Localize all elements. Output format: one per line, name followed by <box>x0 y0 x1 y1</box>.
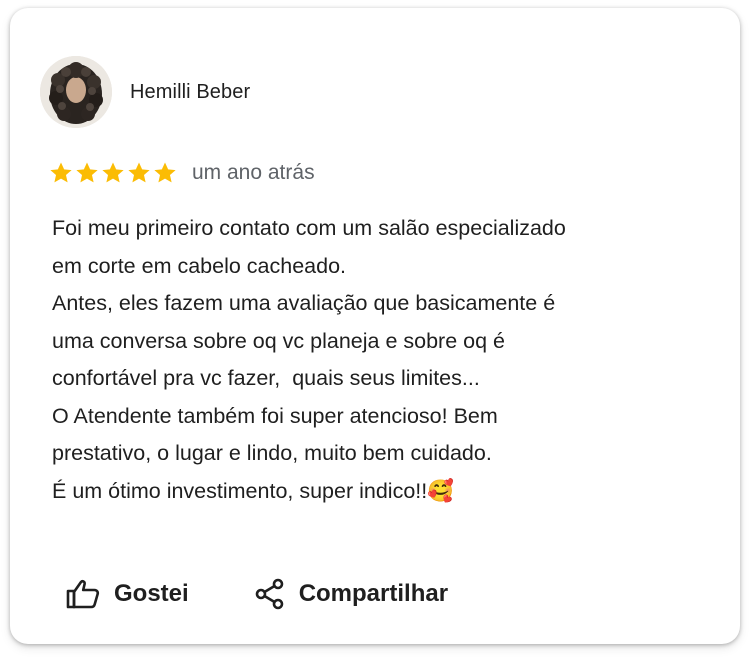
review-card: Hemilli Beber um ano atrás Foi meu prime… <box>10 8 740 644</box>
like-button[interactable]: Gostei <box>66 579 189 609</box>
review-paragraph: Foi meu primeiro contato com um salão es… <box>52 216 566 278</box>
review-actions: Gostei Compartilhar <box>66 578 448 610</box>
like-label: Gostei <box>114 580 189 607</box>
reviewer-name[interactable]: Hemilli Beber <box>130 81 250 104</box>
star-icon <box>100 160 126 186</box>
star-icon <box>48 160 74 186</box>
star-rating <box>48 160 178 186</box>
star-icon <box>126 160 152 186</box>
thumbs-up-icon <box>66 579 100 609</box>
share-icon <box>255 578 285 610</box>
share-label: Compartilhar <box>298 580 449 607</box>
review-date: um ano atrás <box>192 161 315 184</box>
reviewer-header: Hemilli Beber <box>40 56 250 128</box>
review-paragraph: O Atendente também foi super atencioso! … <box>52 403 498 503</box>
rating-row: um ano atrás <box>48 160 315 186</box>
star-icon <box>152 160 178 186</box>
review-paragraph: Antes, eles fazem uma avaliação que basi… <box>52 291 556 390</box>
avatar[interactable] <box>40 56 112 128</box>
star-icon <box>74 160 100 186</box>
avatar-photo <box>40 56 112 128</box>
share-button[interactable]: Compartilhar <box>255 578 448 610</box>
review-text: Foi meu primeiro contato com um salão es… <box>52 210 692 510</box>
